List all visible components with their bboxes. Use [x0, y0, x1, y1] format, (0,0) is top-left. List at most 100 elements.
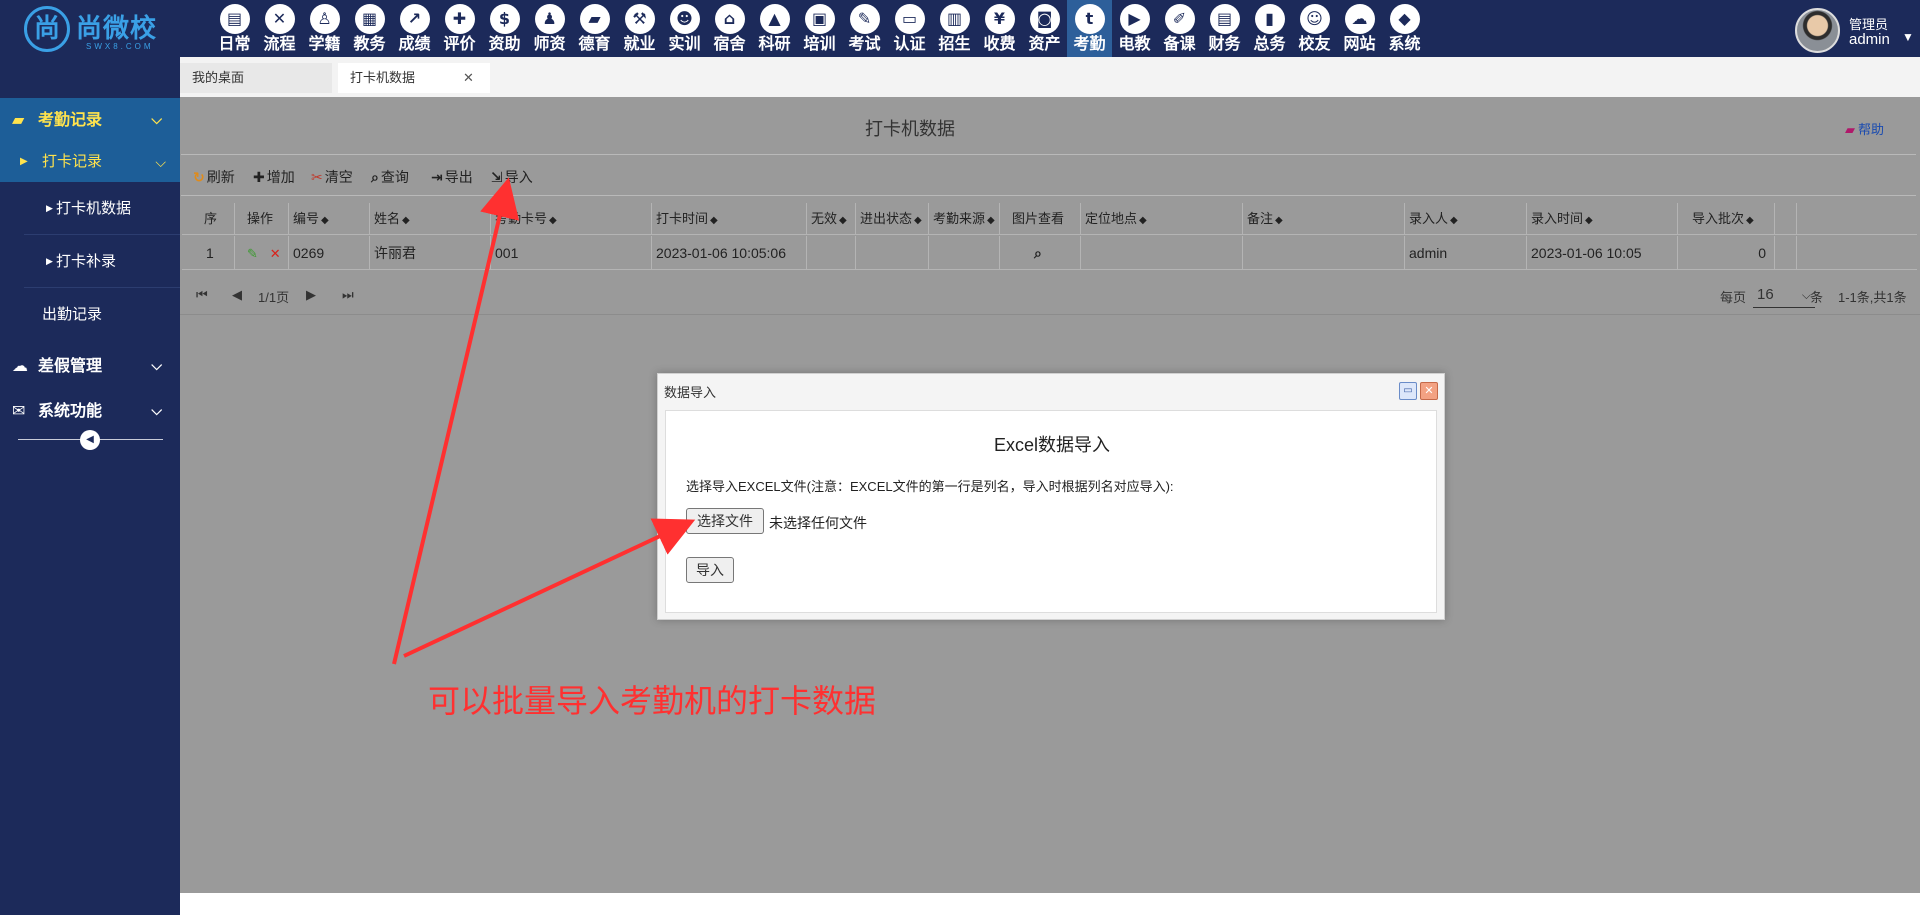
search-icon: ⌕ — [371, 169, 379, 185]
nav-label: 科研 — [758, 34, 791, 53]
sidebar-item-attendance-records[interactable]: 出勤记录 — [0, 290, 180, 340]
nav-item[interactable]: ⌂ 宿舍 — [707, 0, 752, 57]
nav-item[interactable]: ▲ 科研 — [752, 0, 797, 57]
column-header[interactable]: 考勤来源 ◆ — [929, 203, 1000, 234]
user-menu[interactable]: 管理员 admin ▼ — [1795, 0, 1920, 57]
dialog-import-button[interactable]: 导入 — [686, 557, 734, 583]
import-icon: ⇲ — [491, 169, 503, 185]
refresh-icon: ↻ — [193, 169, 205, 185]
import-button[interactable]: ⇲ 导入 — [491, 167, 533, 187]
clear-button[interactable]: ✂ 清空 — [311, 167, 353, 187]
edit-icon[interactable]: ✎ — [247, 246, 258, 261]
nav-item[interactable]: ◙ 资产 — [1022, 0, 1067, 57]
avatar[interactable] — [1795, 8, 1840, 53]
nav-item[interactable]: ▤ 日常 — [212, 0, 257, 57]
nav-item[interactable]: ▤ 财务 — [1202, 0, 1247, 57]
book-icon: ▰ — [1845, 122, 1855, 137]
add-button[interactable]: ✚ 增加 — [253, 167, 295, 187]
nav-label: 资助 — [488, 34, 521, 53]
nav-item[interactable]: ✐ 备课 — [1157, 0, 1202, 57]
close-icon[interactable]: ✕ — [1420, 382, 1438, 400]
nav-item[interactable]: ♙ 学籍 — [302, 0, 347, 57]
refresh-button[interactable]: ↻ 刷新 — [193, 167, 235, 187]
maximize-icon[interactable]: ▭ — [1399, 382, 1417, 400]
logo[interactable]: 尚 尚微校 SWX8.COM — [24, 4, 174, 54]
nav-item[interactable]: ✕ 流程 — [257, 0, 302, 57]
nav-item[interactable]: ▦ 教务 — [347, 0, 392, 57]
nav-item[interactable]: ▰ 德育 — [572, 0, 617, 57]
column-header-label: 录入时间 — [1531, 211, 1584, 226]
sidebar-group-label: 考勤记录 — [38, 110, 103, 129]
table-row[interactable]: 1 ✎ ✕ 0269 许丽君 001 2023-01-06 10:05:06 ⌕… — [182, 236, 1917, 270]
cell-invalid — [807, 236, 856, 269]
sidebar-item-punch-supplement[interactable]: ▶ 打卡补录 — [24, 235, 180, 288]
prev-page-icon[interactable]: ◀ — [232, 287, 242, 303]
nav-item[interactable]: ⚒ 就业 — [617, 0, 662, 57]
column-header[interactable]: 录入时间 ◆ — [1527, 203, 1678, 234]
column-header[interactable]: 定位地点 ◆ — [1081, 203, 1243, 234]
annotation-text: 可以批量导入考勤机的打卡数据 — [428, 682, 877, 720]
column-header[interactable]: 考勤卡号 ◆ — [491, 203, 652, 234]
nav-item[interactable]: ▣ 培训 — [797, 0, 842, 57]
sort-icon: ◆ — [321, 215, 329, 226]
nav-item[interactable]: ◆ 系统 — [1382, 0, 1427, 57]
close-icon[interactable]: ✕ — [463, 63, 474, 93]
delete-icon[interactable]: ✕ — [270, 246, 281, 261]
user-name[interactable]: admin — [1849, 31, 1890, 48]
column-header[interactable]: 编号 ◆ — [289, 203, 370, 234]
bottom-strip — [180, 893, 1920, 915]
column-header[interactable]: 无效 ◆ — [807, 203, 856, 234]
tab-home[interactable]: 我的桌面 — [180, 63, 332, 93]
search-icon[interactable]: ⌕ — [1034, 245, 1042, 261]
sidebar-item-punch-records[interactable]: ▶ 打卡记录 ⌵ — [0, 142, 180, 182]
nav-item[interactable]: ▮ 总务 — [1247, 0, 1292, 57]
column-header[interactable]: 打卡时间 ◆ — [652, 203, 807, 234]
choose-file-button[interactable]: 选择文件 — [686, 508, 764, 534]
sidebar-item-punch-machine-data[interactable]: ▶ 打卡机数据 — [24, 182, 180, 235]
column-header[interactable]: 录入人 ◆ — [1405, 203, 1527, 234]
nav-item[interactable]: ↗ 成绩 — [392, 0, 437, 57]
query-button[interactable]: ⌕ 查询 — [371, 167, 409, 187]
nav-item[interactable]: ▥ 招生 — [932, 0, 977, 57]
sidebar-group-system[interactable]: ✉ 系统功能 ⌵ — [0, 389, 180, 433]
column-header-label: 定位地点 — [1085, 211, 1138, 226]
last-page-icon[interactable]: ⏭ — [342, 287, 354, 303]
help-link[interactable]: ▰ 帮助 — [1845, 119, 1884, 138]
chevron-down-icon: ⌵ — [155, 154, 166, 170]
nav-item[interactable]: ▭ 认证 — [887, 0, 932, 57]
nav-item[interactable]: ¥ 收费 — [977, 0, 1022, 57]
nav-label: 电教 — [1118, 34, 1151, 53]
column-header[interactable]: 进出状态 ◆ — [856, 203, 929, 234]
collapse-sidebar-icon[interactable]: ◀ — [80, 430, 100, 450]
nav-icon: ⚒ — [624, 4, 655, 34]
column-header: 图片查看 — [1000, 203, 1081, 234]
column-header[interactable]: 姓名 ◆ — [370, 203, 491, 234]
nav-item[interactable]: ☺ 校友 — [1292, 0, 1337, 57]
nav-item[interactable]: ♟ 师资 — [527, 0, 572, 57]
nav-item[interactable]: ☁ 网站 — [1337, 0, 1382, 57]
sidebar-item-label: 打卡记录 — [42, 153, 103, 170]
sidebar-group-attendance[interactable]: ▰ 考勤记录 ⌵ — [0, 98, 180, 142]
export-button[interactable]: ⇥ 导出 — [431, 167, 473, 187]
tab-punch-data[interactable]: 打卡机数据 ✕ — [338, 63, 490, 93]
nav-item-active[interactable]: t 考勤 — [1067, 0, 1112, 57]
nav-icon: t — [1074, 4, 1105, 34]
sidebar-group-leave[interactable]: ☁ 差假管理 ⌵ — [0, 344, 180, 388]
help-label: 帮助 — [1858, 122, 1885, 137]
nav-item[interactable]: ▶ 电教 — [1112, 0, 1157, 57]
caret-down-icon[interactable]: ▼ — [1902, 30, 1914, 44]
next-page-icon[interactable]: ▶ — [306, 287, 316, 303]
sidebar-group-label: 差假管理 — [38, 356, 103, 375]
nav-item[interactable]: ✎ 考试 — [842, 0, 887, 57]
column-header[interactable]: 备注 ◆ — [1243, 203, 1405, 234]
nav-icon: ♟ — [534, 4, 565, 34]
nav-item[interactable]: ✚ 评价 — [437, 0, 482, 57]
first-page-icon[interactable]: ⏮ — [196, 287, 208, 303]
nav-item[interactable]: $ 资助 — [482, 0, 527, 57]
nav-icon: ▤ — [1209, 4, 1240, 34]
nav-item[interactable]: ☻ 实训 — [662, 0, 707, 57]
nav-label: 评价 — [443, 34, 476, 53]
column-header-label: 考勤卡号 — [495, 211, 548, 226]
per-page-select[interactable]: 16 ⌵ — [1753, 282, 1815, 308]
column-header[interactable]: 导入批次 ◆ — [1678, 203, 1775, 234]
